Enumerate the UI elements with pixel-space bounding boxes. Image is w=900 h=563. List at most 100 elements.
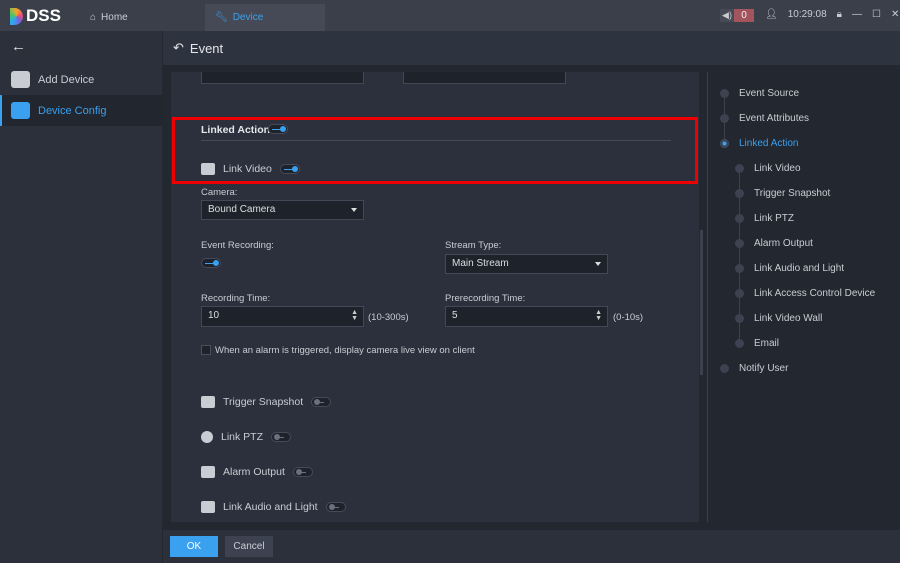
nav-subitem[interactable]: Link Video — [735, 163, 801, 174]
nav-subitem[interactable]: Link Access Control Device — [735, 288, 875, 299]
prerecording-time-input[interactable]: 5 ▲ ▼ — [445, 306, 608, 327]
wrench-icon: 🔧︎ — [215, 12, 228, 23]
alarm-indicator[interactable]: ◀) 0 — [720, 9, 754, 22]
nav-event-attributes[interactable]: Event Attributes — [720, 113, 809, 124]
event-recording-toggle[interactable] — [201, 258, 221, 268]
nav-label: Alarm Output — [754, 238, 813, 249]
spinner-icon[interactable]: ▲ ▼ — [595, 309, 602, 322]
alarm-output-toggle[interactable] — [292, 467, 313, 477]
step-dot — [735, 314, 744, 323]
nav-label: Link PTZ — [754, 213, 795, 224]
nav-subitem[interactable]: Link Audio and Light — [735, 263, 844, 274]
link-ptz-toggle[interactable] — [271, 432, 292, 442]
step-dot — [735, 164, 744, 173]
nav-label: Link Video Wall — [754, 313, 823, 324]
tab-label: Home — [101, 12, 128, 23]
step-dot — [735, 189, 744, 198]
highlight-box — [172, 117, 698, 184]
sidebar-item-add-device[interactable]: Add Device — [0, 64, 162, 95]
link-ptz-row: Link PTZ — [201, 431, 292, 443]
app-name: DSS — [26, 6, 61, 25]
trigger-snapshot-toggle[interactable] — [311, 397, 332, 407]
scrollbar[interactable] — [700, 230, 703, 375]
spinner-icon[interactable]: ▲ ▼ — [351, 309, 358, 322]
alarm-siren-icon — [201, 466, 215, 478]
input-value: 5 — [452, 310, 458, 321]
step-dot — [735, 214, 744, 223]
link-audio-light-row: Link Audio and Light — [201, 501, 346, 513]
alarm-output-row: Alarm Output — [201, 466, 313, 478]
step-dot — [720, 139, 729, 148]
nav-label: Link Access Control Device — [754, 288, 876, 299]
nav-subitem[interactable]: Alarm Output — [735, 238, 813, 249]
camera-select[interactable]: Bound Camera — [201, 200, 364, 220]
nav-linked-action[interactable]: Linked Action — [720, 138, 799, 149]
cancel-button[interactable]: Cancel — [225, 536, 273, 557]
maximize-icon[interactable]: ☐ — [872, 9, 881, 20]
footer — [163, 530, 900, 563]
nav-label: Notify User — [739, 363, 789, 374]
select-value: Main Stream — [452, 258, 509, 269]
nav-label: Email — [754, 338, 780, 349]
nav-notify-user[interactable]: Notify User — [720, 363, 788, 374]
select-value: Bound Camera — [208, 204, 276, 215]
sidebar-item-label: Add Device — [38, 73, 95, 86]
recording-time-range: (10-300s) — [368, 312, 409, 323]
ok-button[interactable]: OK — [170, 536, 218, 557]
action-label: Trigger Snapshot — [223, 396, 304, 408]
step-dot — [720, 364, 729, 373]
nav-label: Event Source — [739, 88, 800, 99]
link-audio-light-toggle[interactable] — [325, 502, 346, 512]
tab-device[interactable]: 🔧︎ Device — [205, 4, 325, 31]
app-logo: DSS — [10, 6, 61, 26]
alarm-count: 0 — [734, 9, 754, 22]
step-dot — [720, 89, 729, 98]
sidebar-item-device-config[interactable]: Device Config — [0, 95, 162, 126]
prerecording-time-label: Prerecording Time: — [445, 293, 526, 304]
nav-subitem[interactable]: Link PTZ — [735, 213, 794, 224]
back-icon[interactable]: ↶ — [173, 40, 184, 56]
action-label: Link Audio and Light — [223, 501, 318, 513]
stream-type-select[interactable]: Main Stream — [445, 254, 608, 274]
minimize-icon[interactable]: — — [852, 9, 862, 20]
previous-field-1[interactable] — [201, 72, 364, 84]
page-title: Event — [189, 40, 224, 56]
chevron-down-icon — [595, 262, 601, 266]
chevron-down-icon — [351, 208, 357, 212]
lock-icon[interactable]: 🔒︎ — [837, 9, 842, 20]
live-view-checkbox[interactable] — [201, 345, 211, 355]
speaker-icon: ◀) — [720, 9, 734, 22]
back-arrow-icon[interactable]: ← — [11, 38, 26, 55]
logo-icon — [10, 7, 23, 25]
stream-type-label: Stream Type: — [445, 240, 502, 251]
nav-event-source[interactable]: Event Source — [720, 88, 799, 99]
home-icon: ⌂ — [90, 12, 97, 23]
step-dot — [735, 264, 744, 273]
user-icon[interactable]: 👤︎ — [765, 9, 778, 20]
prerecording-time-range: (0-10s) — [613, 312, 644, 323]
live-view-label: When an alarm is triggered, display came… — [215, 345, 475, 356]
nav-subitem[interactable]: Trigger Snapshot — [735, 188, 830, 199]
event-recording-label: Event Recording: — [201, 240, 274, 251]
nav-label: Event Attributes — [739, 113, 810, 124]
nav-label: Linked Action — [739, 138, 799, 149]
step-dot — [735, 289, 744, 298]
action-label: Link PTZ — [221, 431, 264, 443]
step-dot — [720, 114, 729, 123]
tab-home[interactable]: ⌂ Home — [80, 4, 200, 31]
step-dot — [735, 339, 744, 348]
sidebar-item-label: Device Config — [38, 104, 107, 117]
nav-subitem[interactable]: Link Video Wall — [735, 313, 822, 324]
sidebar: ← Add Device Device Config — [0, 31, 162, 563]
nav-subitem[interactable]: Email — [735, 338, 779, 349]
previous-field-2[interactable] — [403, 72, 566, 84]
step-dot — [735, 239, 744, 248]
close-icon[interactable]: ✕ — [891, 9, 899, 20]
recording-time-input[interactable]: 10 ▲ ▼ — [201, 306, 364, 327]
device-config-icon — [11, 102, 30, 119]
input-value: 10 — [208, 310, 220, 321]
clock: 10:29:08 — [787, 9, 827, 20]
trigger-snapshot-row: Trigger Snapshot — [201, 396, 332, 408]
nav-label: Link Video — [754, 163, 801, 174]
nav-label: Link Audio and Light — [754, 263, 845, 274]
